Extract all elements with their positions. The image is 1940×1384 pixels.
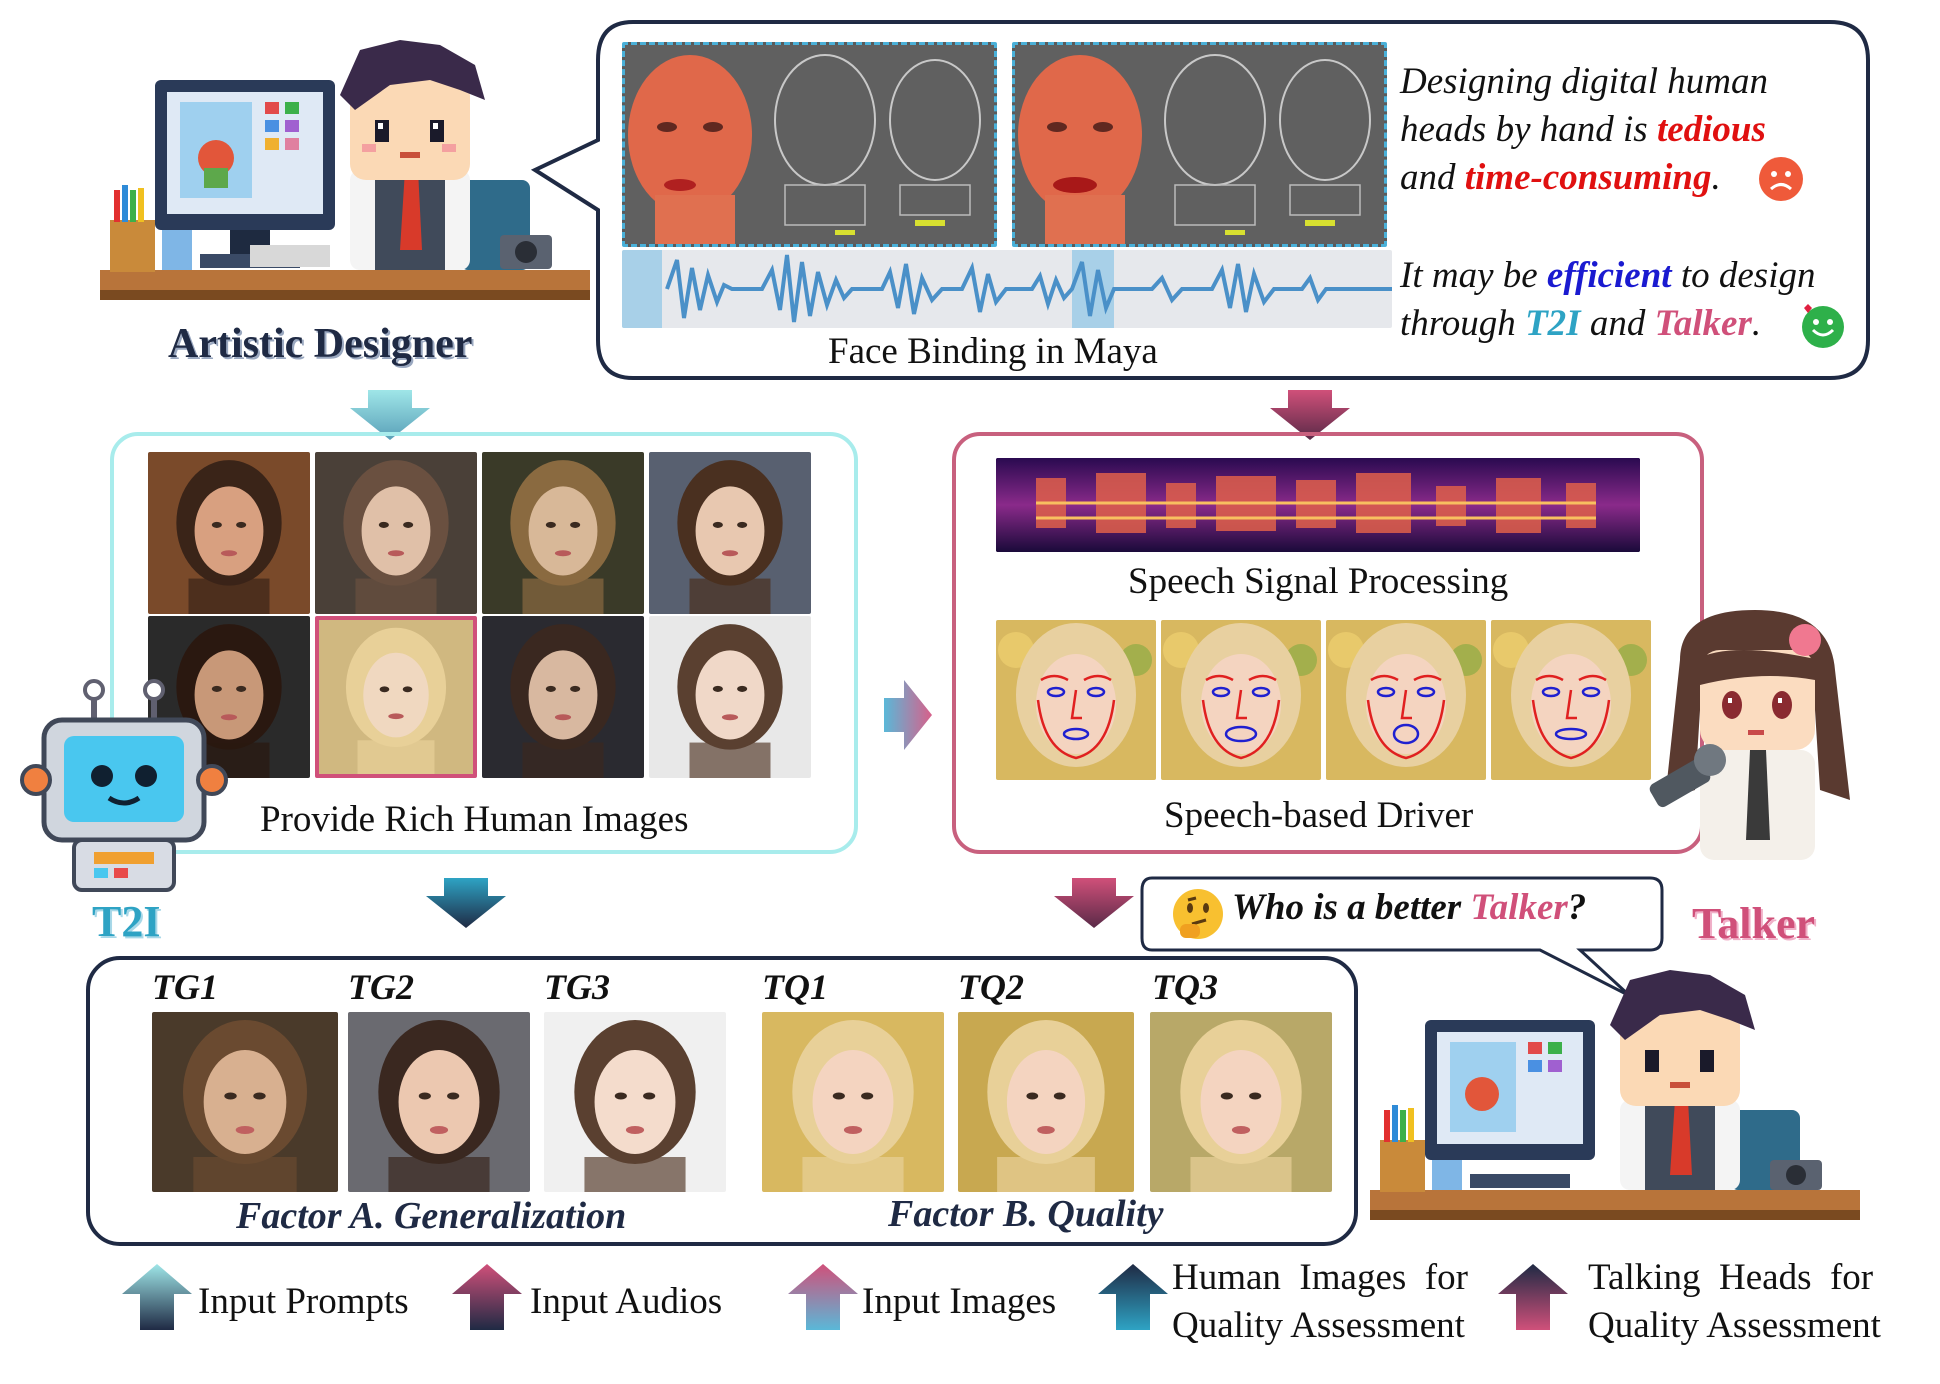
word-tedious: tedious <box>1656 109 1766 150</box>
word-efficient: efficient <box>1546 255 1672 296</box>
legend-arrow-talking-heads <box>1498 1264 1568 1330</box>
thinking-face-icon <box>1170 886 1226 942</box>
group-label-tq2: TQ2 <box>958 967 1024 1007</box>
portrait-image-6 <box>315 616 477 778</box>
legend-input-prompts: Input Prompts <box>198 1281 409 1322</box>
arrow-talker-down <box>1054 878 1134 928</box>
group-image-tg3 <box>544 1012 726 1192</box>
driver-caption: Speech-based Driver <box>1164 795 1474 836</box>
factor-b-label: Factor B. Quality <box>888 1193 1164 1235</box>
group-label-tg3: TG3 <box>544 967 610 1007</box>
factor-a-label: Factor A. Generalization <box>236 1195 627 1237</box>
portrait-image-2 <box>315 452 477 614</box>
bubble-line-1: Designing digital human <box>1400 61 1768 102</box>
sad-face-icon <box>1758 156 1804 202</box>
portrait-image-7 <box>482 616 644 778</box>
arrow-t2i-to-talker <box>884 680 932 750</box>
portrait-image-1 <box>148 452 310 614</box>
legend-arrow-prompts <box>122 1264 192 1330</box>
happy-face-icon <box>1800 302 1846 348</box>
maya-head-image-2 <box>1012 42 1387 247</box>
bubble-line-2: heads by hand is tedious <box>1400 109 1766 150</box>
group-image-tq2 <box>958 1012 1134 1192</box>
word-talker: Talker <box>1654 303 1752 344</box>
word-time-consuming: time-consuming <box>1464 157 1712 198</box>
t2i-caption: Provide Rich Human Images <box>260 799 689 840</box>
legend-arrow-human-images <box>1098 1264 1168 1330</box>
maya-caption: Face Binding in Maya <box>828 331 1158 372</box>
bubble-line-4: It may be efficient to design <box>1400 255 1816 296</box>
arrow-t2i-down <box>426 878 506 928</box>
driver-frame-3 <box>1326 620 1486 780</box>
portrait-image-4 <box>649 452 811 614</box>
legend-talking-heads-2: Quality Assessment <box>1588 1305 1881 1346</box>
pixel-designer-icon-2 <box>1370 960 1870 1230</box>
driver-frame-4 <box>1491 620 1651 780</box>
t2i-agent-label: T2I <box>92 897 161 946</box>
legend-talking-heads-1: Talking Heads for <box>1588 1257 1874 1298</box>
group-label-tq3: TQ3 <box>1152 967 1218 1007</box>
group-image-tq3 <box>1150 1012 1332 1192</box>
group-image-tg1 <box>152 1012 338 1192</box>
pixel-girl-icon <box>1640 600 1870 880</box>
audio-waveform <box>622 250 1392 328</box>
legend-input-images: Input Images <box>862 1281 1057 1322</box>
question-word-talker: Talker <box>1470 887 1568 928</box>
figure-root: { "top": { "designer_label": "Artistic D… <box>0 0 1940 1384</box>
group-label-tg1: TG1 <box>152 967 218 1007</box>
legend-human-images-2: Quality Assessment <box>1172 1305 1465 1346</box>
portrait-image-8 <box>649 616 811 778</box>
bubble-line-5: through T2I and Talker. <box>1400 303 1762 344</box>
spectrogram-image <box>996 458 1640 552</box>
driver-frame-1 <box>996 620 1156 780</box>
group-image-tg2 <box>348 1012 530 1192</box>
group-label-tg2: TG2 <box>348 967 414 1007</box>
legend-human-images-1: Human Images for <box>1172 1257 1468 1298</box>
speech-caption: Speech Signal Processing <box>1128 561 1509 602</box>
legend-input-audios: Input Audios <box>530 1281 723 1322</box>
word-t2i: T2I <box>1525 303 1581 344</box>
robot-icon <box>20 679 228 900</box>
group-label-tq1: TQ1 <box>762 967 828 1007</box>
bubble-line-3: and time-consuming. <box>1400 157 1721 198</box>
question-text: Who is a better Talker? <box>1232 887 1587 928</box>
group-image-tq1 <box>762 1012 944 1192</box>
legend-arrow-images <box>788 1264 858 1330</box>
legend-arrow-audios <box>452 1264 522 1330</box>
portrait-image-3 <box>482 452 644 614</box>
maya-head-image-1 <box>622 42 997 247</box>
driver-frame-2 <box>1161 620 1321 780</box>
